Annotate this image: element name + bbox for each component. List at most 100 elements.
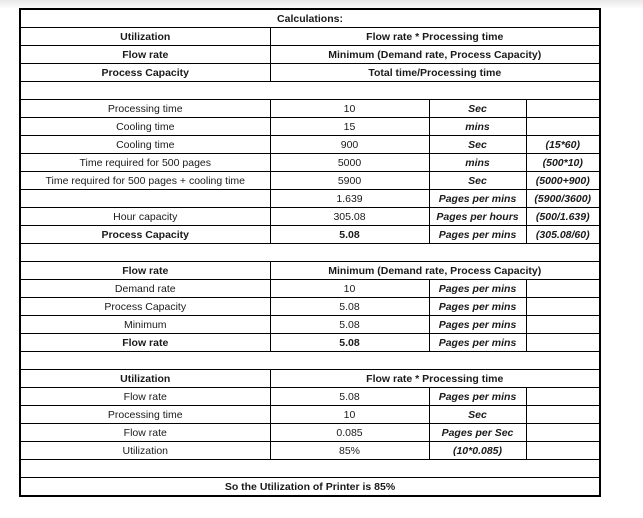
flow-rate-row: Process Capacity 5.08 Pages per mins [19, 297, 601, 316]
row-label: Processing time [19, 99, 271, 118]
conclusion-row: So the Utilization of Printer is 85% [19, 477, 601, 497]
row-value: 10 [269, 405, 430, 424]
spacer-row [19, 351, 601, 370]
definition-row: Flow rate Minimum (Demand rate, Process C… [19, 45, 601, 64]
row-unit: Sec [428, 405, 527, 424]
row-value: 5.08 [269, 315, 430, 334]
row-value: 5.08 [269, 333, 430, 352]
calculations-table: Calculations: Utilization Flow rate * Proc… [19, 8, 601, 497]
sheet-title: Calculations: [19, 8, 601, 28]
row-formula [525, 279, 601, 298]
row-formula [525, 333, 601, 352]
section-term: Utilization [19, 369, 271, 388]
row-value: 900 [269, 135, 430, 154]
row-value: 15 [269, 117, 430, 136]
definition-formula: Minimum (Demand rate, Process Capacity) [269, 45, 601, 64]
row-value: 1.639 [269, 189, 430, 208]
definition-formula: Flow rate * Processing time [269, 27, 601, 46]
flow-rate-row: Minimum 5.08 Pages per mins [19, 315, 601, 334]
row-value: 5.08 [269, 387, 430, 406]
capacity-row: Processing time 10 Sec [19, 99, 601, 118]
capacity-row: Hour capacity 305.08 Pages per hours (500/1… [19, 207, 601, 226]
row-label: Process Capacity [19, 225, 271, 244]
spacer-cell [19, 351, 601, 370]
row-label: Process Capacity [19, 297, 271, 316]
row-label: Flow rate [19, 423, 271, 442]
flow-rate-row: Flow rate 5.08 Pages per mins [19, 333, 601, 352]
row-unit: mins [428, 117, 527, 136]
definition-row: Process Capacity Total time/Processing ti… [19, 63, 601, 82]
row-label: Time required for 500 pages + cooling ti… [19, 171, 271, 190]
row-unit: Pages per mins [428, 387, 527, 406]
spacer-row [19, 81, 601, 100]
section-formula: Flow rate * Processing time [269, 369, 601, 388]
row-unit: Pages per hours [428, 207, 527, 226]
row-formula: (15*60) [525, 135, 601, 154]
row-label: Flow rate [19, 387, 271, 406]
row-label: Minimum [19, 315, 271, 334]
row-label: Cooling time [19, 135, 271, 154]
row-unit: Pages per mins [428, 333, 527, 352]
spacer-row [19, 459, 601, 478]
section-header-utilization: Utilization Flow rate * Processing time [19, 369, 601, 388]
capacity-row: Cooling time 900 Sec (15*60) [19, 135, 601, 154]
spacer-cell [19, 243, 601, 262]
definition-formula: Total time/Processing time [269, 63, 601, 82]
definition-row: Utilization Flow rate * Processing time [19, 27, 601, 46]
row-value: 85% [269, 441, 430, 460]
row-value: 0.085 [269, 423, 430, 442]
row-label [19, 189, 271, 208]
row-label: Hour capacity [19, 207, 271, 226]
row-formula: (500*10) [525, 153, 601, 172]
row-label: Time required for 500 pages [19, 153, 271, 172]
utilization-row: Flow rate 0.085 Pages per Sec [19, 423, 601, 442]
row-label: Cooling time [19, 117, 271, 136]
flow-rate-row: Demand rate 10 Pages per mins [19, 279, 601, 298]
row-label: Demand rate [19, 279, 271, 298]
row-value: 5900 [269, 171, 430, 190]
section-header-flow-rate: Flow rate Minimum (Demand rate, Process C… [19, 261, 601, 280]
row-unit: Pages per mins [428, 297, 527, 316]
row-value: 305.08 [269, 207, 430, 226]
row-formula [525, 387, 601, 406]
row-value: 5000 [269, 153, 430, 172]
row-label: Flow rate [19, 333, 271, 352]
row-unit: Sec [428, 135, 527, 154]
row-value: 10 [269, 279, 430, 298]
capacity-row: Process Capacity 5.08 Pages per mins (305.0… [19, 225, 601, 244]
row-value: 5.08 [269, 225, 430, 244]
definition-term: Utilization [19, 27, 271, 46]
spacer-row [19, 243, 601, 262]
utilization-row: Flow rate 5.08 Pages per mins [19, 387, 601, 406]
row-unit: Pages per mins [428, 315, 527, 334]
section-formula: Minimum (Demand rate, Process Capacity) [269, 261, 601, 280]
row-formula [525, 441, 601, 460]
section-term: Flow rate [19, 261, 271, 280]
row-formula: (305.08/60) [525, 225, 601, 244]
conclusion-text: So the Utilization of Printer is 85% [19, 477, 601, 497]
utilization-row: Utilization 85% (10*0.085) [19, 441, 601, 460]
row-unit: Pages per Sec [428, 423, 527, 442]
definition-term: Flow rate [19, 45, 271, 64]
row-formula [525, 423, 601, 442]
capacity-row: 1.639 Pages per mins (5900/3600) [19, 189, 601, 208]
capacity-row: Cooling time 15 mins [19, 117, 601, 136]
row-formula [525, 117, 601, 136]
capacity-row: Time required for 500 pages 5000 mins (500*… [19, 153, 601, 172]
definition-term: Process Capacity [19, 63, 271, 82]
row-unit: Pages per mins [428, 279, 527, 298]
row-unit: Sec [428, 99, 527, 118]
row-value: 10 [269, 99, 430, 118]
utilization-row: Processing time 10 Sec [19, 405, 601, 424]
row-label: Processing time [19, 405, 271, 424]
row-formula [525, 297, 601, 316]
row-formula: (5900/3600) [525, 189, 601, 208]
row-unit: (10*0.085) [428, 441, 527, 460]
row-unit: Sec [428, 171, 527, 190]
spacer-cell [19, 81, 601, 100]
row-formula: (5000+900) [525, 171, 601, 190]
title-row: Calculations: [19, 8, 601, 28]
spacer-cell [19, 459, 601, 478]
capacity-row: Time required for 500 pages + cooling ti… [19, 171, 601, 190]
row-formula [525, 405, 601, 424]
